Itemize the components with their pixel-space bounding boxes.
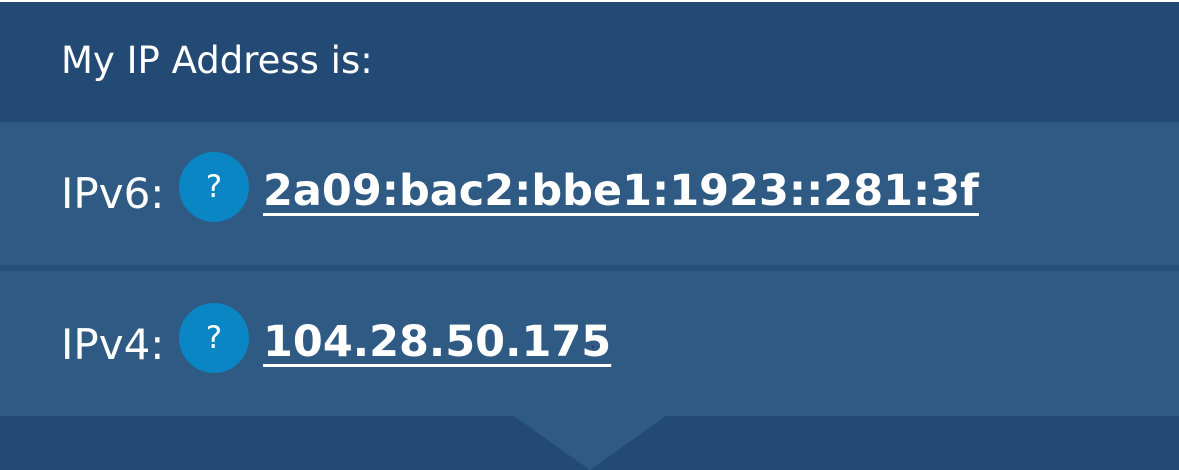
ipv4-address-link[interactable]: 104.28.50.175 bbox=[263, 321, 611, 364]
ipv4-label: IPv4: bbox=[61, 320, 165, 369]
ipv6-help-icon[interactable]: ? bbox=[179, 152, 249, 222]
ip-address-panel: My IP Address is: IPv6: ? 2a09:bac2:bbe1… bbox=[0, 0, 1179, 470]
ip-address-heading: My IP Address is: bbox=[0, 2, 1179, 122]
ipv6-address-link[interactable]: 2a09:bac2:bbe1:1923::281:3f bbox=[263, 170, 979, 213]
ipv6-label: IPv6: bbox=[61, 169, 165, 218]
pointer-arrow bbox=[514, 416, 666, 470]
ipv4-help-icon[interactable]: ? bbox=[179, 303, 249, 373]
ipv6-row: IPv6: ? 2a09:bac2:bbe1:1923::281:3f bbox=[0, 122, 1179, 265]
decorative-dot bbox=[592, 346, 594, 348]
ipv4-row: IPv4: ? 104.28.50.175 bbox=[0, 271, 1179, 416]
